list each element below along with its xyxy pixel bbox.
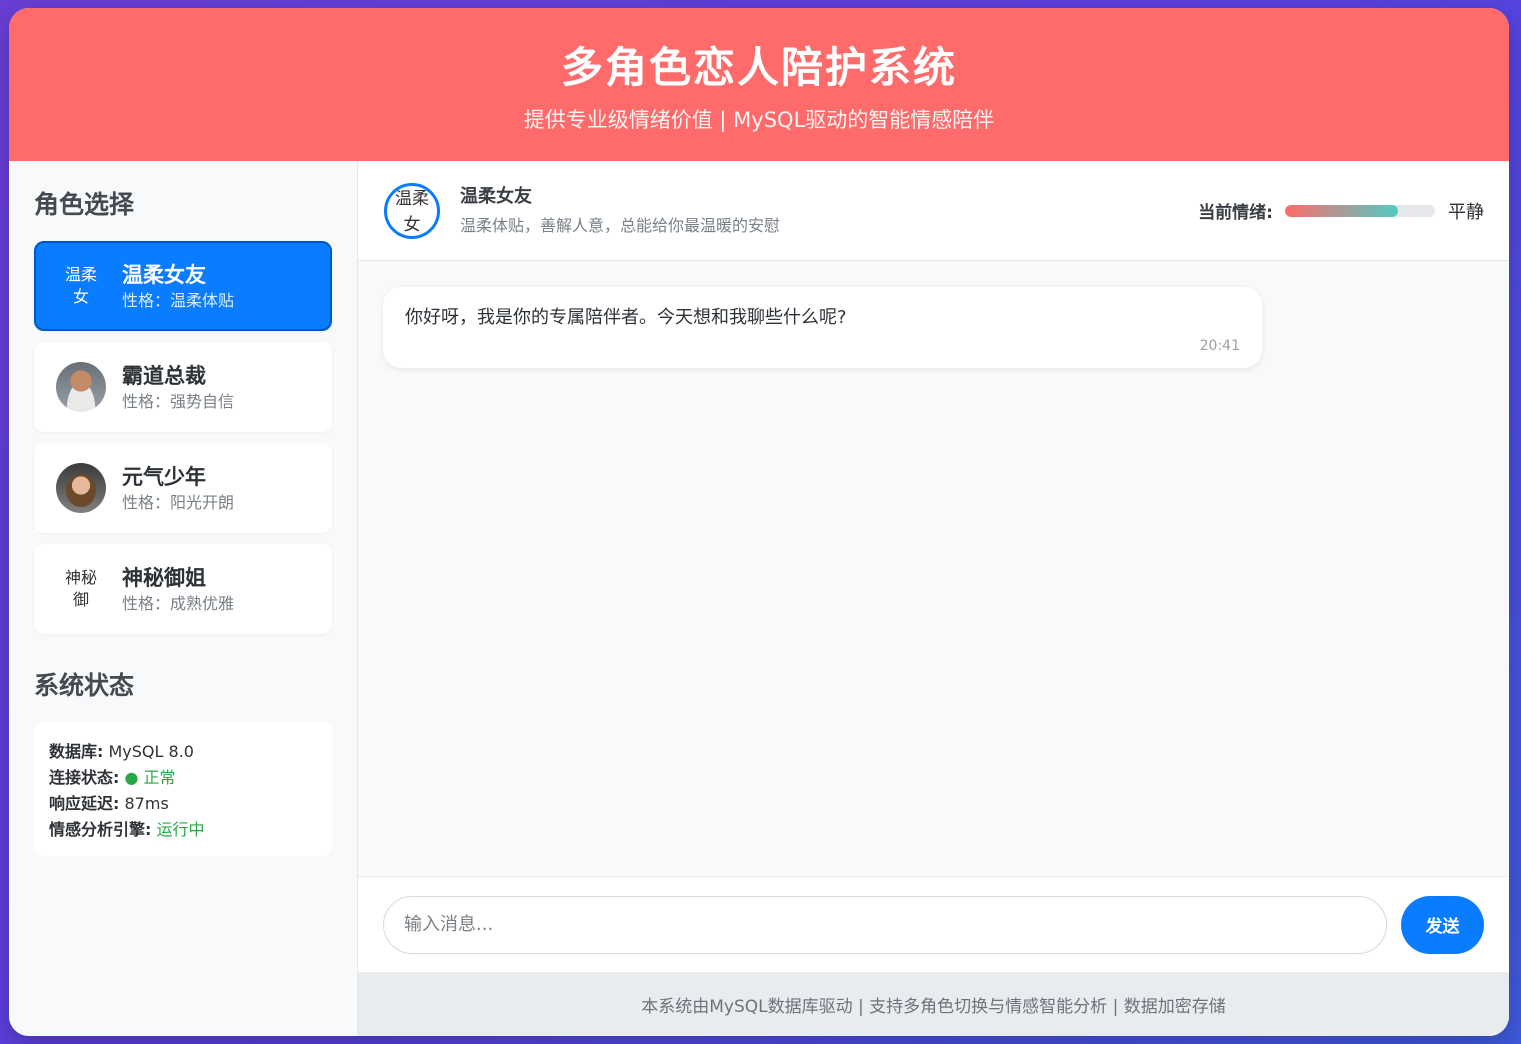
- role-info: 元气少年 性格：阳光开朗: [122, 463, 234, 514]
- status-row-db: 数据库: MySQL 8.0: [49, 739, 317, 765]
- system-status-panel: 数据库: MySQL 8.0 连接状态: ● 正常 响应延迟: 87ms 情感分…: [34, 722, 332, 856]
- chat-role-info: 温柔女友 温柔体贴，善解人意，总能给你最温暖的安慰: [460, 184, 780, 238]
- send-button[interactable]: 发送: [1401, 895, 1484, 954]
- mood-bar: [1285, 204, 1435, 217]
- role-info: 霸道总裁 性格：强势自信: [122, 362, 234, 413]
- mood-indicator: 当前情绪: 平静: [1198, 198, 1484, 224]
- message-input[interactable]: [383, 895, 1387, 954]
- role-name: 神秘御姐: [122, 565, 206, 590]
- mood-bar-fill: [1285, 204, 1398, 217]
- avatar: [56, 463, 106, 513]
- status-value: MySQL 8.0: [108, 742, 194, 761]
- roles-section-title: 角色选择: [34, 190, 135, 219]
- mood-label: 当前情绪:: [1198, 203, 1273, 223]
- role-trait: 性格：阳光开朗: [122, 492, 235, 512]
- app-title: 多角色恋人陪护系统: [560, 43, 957, 92]
- role-name: 霸道总裁: [122, 363, 206, 388]
- role-info: 神秘御姐 性格：成熟优雅: [122, 564, 234, 615]
- role-card-gentle-girlfriend[interactable]: 温柔女 温柔女友 性格：温柔体贴: [34, 241, 332, 331]
- role-list: 温柔女 温柔女友 性格：温柔体贴 霸道总裁 性格：强势自信 元气少年 性格：阳光…: [34, 241, 332, 634]
- input-area: 发送: [358, 876, 1509, 972]
- message-time: 20:41: [1199, 338, 1240, 354]
- role-card-energetic-boy[interactable]: 元气少年 性格：阳光开朗: [34, 443, 332, 533]
- status-value: 87ms: [124, 794, 169, 813]
- status-value: 运行中: [156, 820, 205, 839]
- role-card-mysterious-lady[interactable]: 神秘御 神秘御姐 性格：成熟优雅: [34, 544, 332, 634]
- app-subtitle: 提供专业级情绪价值 | MySQL驱动的智能情感陪伴: [523, 108, 995, 132]
- status-row-latency: 响应延迟: 87ms: [49, 791, 317, 817]
- role-info: 温柔女友 性格：温柔体贴: [122, 261, 234, 312]
- chat-avatar: 温柔女: [384, 182, 440, 239]
- role-trait: 性格：强势自信: [122, 391, 235, 411]
- status-label: 数据库:: [49, 742, 104, 761]
- app-header: 多角色恋人陪护系统 提供专业级情绪价值 | MySQL驱动的智能情感陪伴: [9, 8, 1509, 161]
- role-card-domineering-ceo[interactable]: 霸道总裁 性格：强势自信: [34, 342, 332, 432]
- broken-image-icon: 温柔女: [64, 265, 97, 306]
- status-label: 响应延迟:: [49, 794, 120, 813]
- role-name: 元气少年: [122, 464, 206, 489]
- broken-image-icon: 温柔女: [395, 188, 429, 235]
- app-window: 多角色恋人陪护系统 提供专业级情绪价值 | MySQL驱动的智能情感陪伴 角色选…: [9, 8, 1509, 1036]
- status-row-engine: 情感分析引擎: 运行中: [49, 817, 317, 843]
- status-section-title: 系统状态: [34, 671, 135, 700]
- avatar: 温柔女: [56, 261, 106, 311]
- status-label: 连接状态:: [49, 768, 120, 787]
- chat-area: 温柔女 温柔女友 温柔体贴，善解人意，总能给你最温暖的安慰 当前情绪: 平静 你…: [358, 161, 1509, 1036]
- message-list: 你好呀，我是你的专属陪伴者。今天想和我聊些什么呢? 20:41: [358, 261, 1509, 876]
- role-trait: 性格：温柔体贴: [122, 290, 235, 310]
- chat-header: 温柔女 温柔女友 温柔体贴，善解人意，总能给你最温暖的安慰 当前情绪: 平静: [358, 161, 1509, 261]
- mood-value: 平静: [1448, 201, 1484, 223]
- avatar: [56, 362, 106, 412]
- status-row-connection: 连接状态: ● 正常: [49, 765, 317, 791]
- sidebar: 角色选择 温柔女 温柔女友 性格：温柔体贴 霸道总裁 性格：强势自信 元气少年 …: [9, 161, 358, 1036]
- broken-image-icon: 神秘御: [64, 568, 97, 609]
- chat-role-description: 温柔体贴，善解人意，总能给你最温暖的安慰: [460, 215, 781, 235]
- message-bubble: 你好呀，我是你的专属陪伴者。今天想和我聊些什么呢? 20:41: [383, 287, 1262, 368]
- status-value: ● 正常: [124, 768, 176, 787]
- role-name: 温柔女友: [122, 262, 206, 287]
- avatar: 神秘御: [56, 564, 106, 614]
- app-body: 角色选择 温柔女 温柔女友 性格：温柔体贴 霸道总裁 性格：强势自信 元气少年 …: [9, 161, 1509, 1036]
- chat-role-name: 温柔女友: [460, 185, 532, 207]
- message-text: 你好呀，我是你的专属陪伴者。今天想和我聊些什么呢?: [405, 307, 847, 328]
- role-trait: 性格：成熟优雅: [122, 593, 235, 613]
- status-label: 情感分析引擎:: [49, 820, 152, 839]
- footer: 本系统由MySQL数据库驱动 | 支持多角色切换与情感智能分析 | 数据加密存储: [358, 972, 1509, 1036]
